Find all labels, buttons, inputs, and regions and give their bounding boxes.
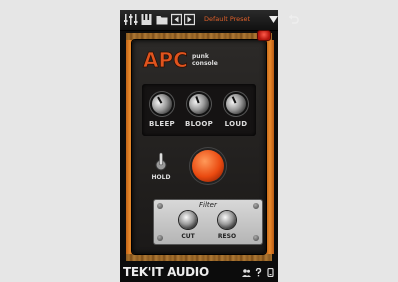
brand-logo: TEK'IT AUDIO (123, 265, 209, 279)
knob-indicator (157, 96, 163, 104)
folder-icon[interactable] (156, 13, 168, 26)
pedal-subtitle-line2: console (192, 60, 218, 67)
toolbar: Default Preset (120, 10, 278, 31)
mixer-icon[interactable] (124, 13, 138, 26)
pedal-subtitle-line1: punk (192, 53, 209, 60)
reso-label: RESO (217, 233, 237, 240)
screw (253, 203, 259, 209)
pedal-logo: APC (143, 48, 189, 73)
hold-label: HOLD (151, 174, 171, 181)
preset-dropdown-icon[interactable] (269, 15, 278, 24)
undo-icon[interactable] (288, 14, 299, 25)
loud-label: LOUD (224, 120, 248, 128)
prev-icon[interactable] (171, 13, 182, 26)
cut-label: CUT (181, 233, 195, 240)
footer-bar: TEK'IT AUDIO (120, 264, 278, 282)
pedal-subtitle: punk console (192, 53, 218, 67)
next-icon[interactable] (184, 13, 195, 26)
bleep-label: BLEEP (149, 120, 175, 128)
help-icon[interactable] (254, 268, 263, 277)
reso-knob[interactable] (218, 211, 236, 229)
loud-knob[interactable] (222, 90, 250, 118)
filter-panel: Filter CUT RESO (154, 200, 262, 244)
hold-toggle-switch[interactable] (154, 151, 168, 171)
knob-indicator (195, 96, 200, 104)
preset-name[interactable]: Default Preset (204, 15, 264, 23)
pedal-edge-right (266, 40, 274, 254)
plugin-window: Default Preset APC punk console BLEEP BL… (120, 10, 278, 282)
info-icon[interactable] (266, 268, 275, 277)
screw (157, 235, 163, 241)
bloop-knob[interactable] (186, 91, 212, 117)
bloop-label: BLOOP (184, 120, 214, 128)
piano-icon[interactable] (141, 13, 152, 26)
screw (157, 203, 163, 209)
filter-title: Filter (199, 201, 217, 209)
knob-panel: BLEEP BLOOP LOUD (142, 84, 256, 136)
cut-knob[interactable] (179, 211, 197, 229)
knob-indicator (231, 96, 237, 104)
users-icon[interactable] (242, 268, 251, 277)
screw (253, 235, 259, 241)
bleep-knob[interactable] (148, 90, 176, 118)
trigger-button[interactable] (192, 150, 224, 182)
power-led (257, 30, 271, 41)
